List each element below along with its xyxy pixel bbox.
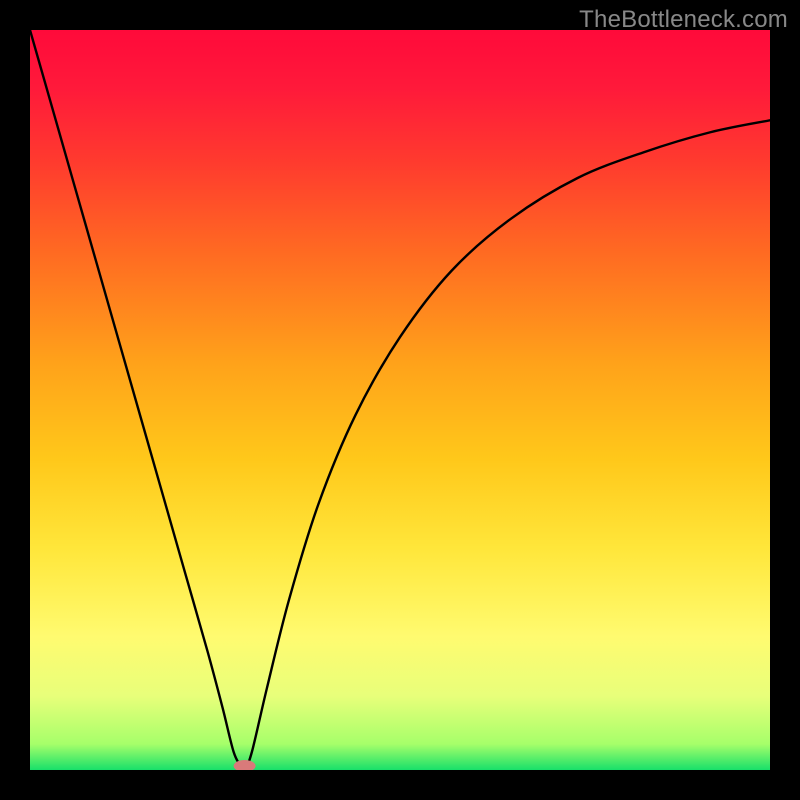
chart-frame: TheBottleneck.com bbox=[0, 0, 800, 800]
watermark-text: TheBottleneck.com bbox=[579, 6, 788, 34]
chart-plot-area bbox=[30, 30, 770, 770]
bottleneck-chart bbox=[30, 30, 770, 770]
gradient-background bbox=[30, 30, 770, 770]
